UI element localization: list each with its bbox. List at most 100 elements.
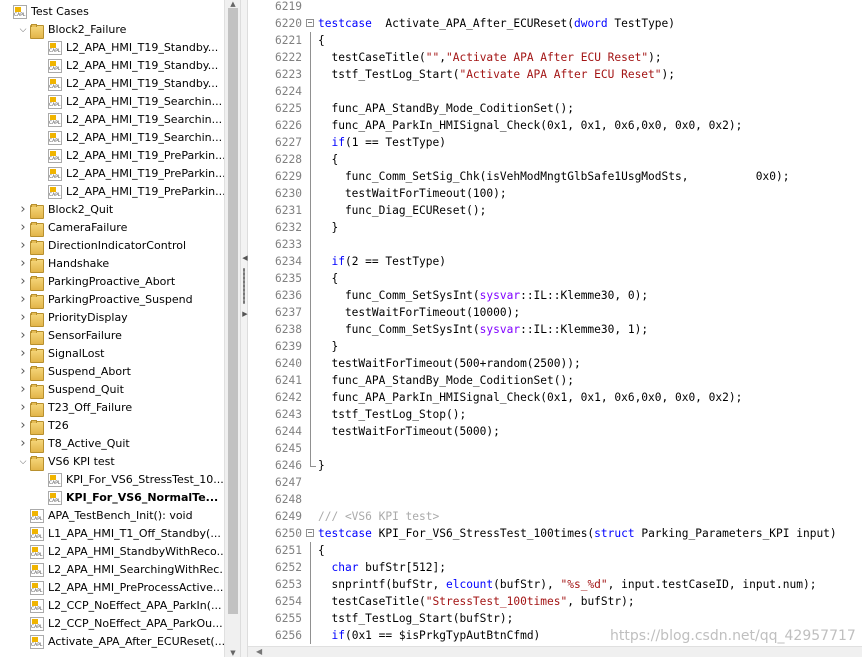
- tree-item[interactable]: › ParkingProactive_Suspend: [0, 291, 224, 309]
- chevron-right-icon[interactable]: ›: [18, 345, 28, 363]
- chevron-right-icon[interactable]: ›: [18, 363, 28, 381]
- chevron-down-icon[interactable]: ⌵: [18, 21, 28, 39]
- code-line[interactable]: 6222 testCaseTitle("","Activate APA Afte…: [248, 49, 862, 66]
- chevron-right-icon[interactable]: ›: [18, 327, 28, 345]
- tree-item[interactable]: L2_APA_HMI_T19_Searchin...: [0, 129, 224, 147]
- tree-item[interactable]: › DirectionIndicatorControl: [0, 237, 224, 255]
- chevron-right-icon[interactable]: ›: [18, 381, 28, 399]
- tree-item[interactable]: L2_APA_HMI_T19_Standby...: [0, 39, 224, 57]
- tree-item[interactable]: › Block2_Quit: [0, 201, 224, 219]
- code-line[interactable]: 6230 testWaitForTimeout(100);: [248, 185, 862, 202]
- chevron-right-icon[interactable]: ›: [18, 255, 28, 273]
- tree-item[interactable]: › ParkingProactive_Abort: [0, 273, 224, 291]
- tree-item[interactable]: L2_APA_HMI_T19_PreParkin...: [0, 165, 224, 183]
- tree-item[interactable]: L2_APA_HMI_T19_PreParkin...: [0, 147, 224, 165]
- tree-item[interactable]: L2_APA_HMI_T19_Standby...: [0, 57, 224, 75]
- code-line[interactable]: 6227 if(1 == TestType): [248, 134, 862, 151]
- tree-item[interactable]: › SensorFailure: [0, 327, 224, 345]
- code-line[interactable]: 6234 if(2 == TestType): [248, 253, 862, 270]
- code-line[interactable]: 6225 func_APA_StandBy_Mode_CoditionSet()…: [248, 100, 862, 117]
- tree-item[interactable]: L2_APA_HMI_SearchingWithRec...: [0, 561, 224, 579]
- code-line[interactable]: 6228 {: [248, 151, 862, 168]
- code-line[interactable]: 6244 testWaitForTimeout(5000);: [248, 423, 862, 440]
- scroll-down-icon[interactable]: ▼: [225, 649, 241, 657]
- tree-item[interactable]: L2_CCP_NoEffect_APA_ParkIn(...: [0, 597, 224, 615]
- code-line[interactable]: 6226 func_APA_ParkIn_HMISignal_Check(0x1…: [248, 117, 862, 134]
- chevron-right-icon[interactable]: ›: [18, 201, 28, 219]
- code-line[interactable]: 6233: [248, 236, 862, 253]
- tree-item[interactable]: › SignalLost: [0, 345, 224, 363]
- code-line[interactable]: 6238 func_Comm_SetSysInt(sysvar::IL::Kle…: [248, 321, 862, 338]
- tree-item[interactable]: Activate_APA_After_ECUReset(...: [0, 633, 224, 651]
- code-line[interactable]: 6248: [248, 491, 862, 508]
- splitter-grip[interactable]: [243, 268, 245, 304]
- pane-splitter[interactable]: ◀ ▶: [240, 0, 248, 657]
- tree-item[interactable]: › T23_Off_Failure: [0, 399, 224, 417]
- code-line[interactable]: 6252 char bufStr[512];: [248, 559, 862, 576]
- code-line[interactable]: 6240 testWaitForTimeout(500+random(2500)…: [248, 355, 862, 372]
- editor-horizontal-scrollbar[interactable]: ◀: [248, 646, 862, 657]
- code-line[interactable]: 6235 {: [248, 270, 862, 287]
- code-line[interactable]: 6246}: [248, 457, 862, 474]
- chevron-right-icon[interactable]: ›: [18, 435, 28, 453]
- code-line[interactable]: 6247: [248, 474, 862, 491]
- code-line[interactable]: 6221 {: [248, 32, 862, 49]
- chevron-right-icon[interactable]: ›: [18, 219, 28, 237]
- code-line[interactable]: 6243 tstf_TestLog_Stop();: [248, 406, 862, 423]
- tree-item[interactable]: › Suspend_Quit: [0, 381, 224, 399]
- chevron-right-icon[interactable]: ›: [18, 399, 28, 417]
- code-editor[interactable]: 6219 6220− testcase Activate_APA_After_ECU…: [248, 0, 862, 646]
- code-line[interactable]: 6239 }: [248, 338, 862, 355]
- code-line[interactable]: 6224: [248, 83, 862, 100]
- code-line[interactable]: 6250− testcase KPI_For_VS6_StressTest_100…: [248, 525, 862, 542]
- code-line[interactable]: 6219: [248, 0, 862, 15]
- tree-item[interactable]: L2_CCP_NoEffect_APA_ParkOu...: [0, 615, 224, 633]
- tree-item[interactable]: L2_APA_HMI_T19_Standby...: [0, 75, 224, 93]
- chevron-down-icon[interactable]: ⌵: [18, 453, 28, 471]
- fold-collapse-icon[interactable]: −: [306, 529, 314, 537]
- chevron-right-icon[interactable]: ›: [18, 291, 28, 309]
- tree-item[interactable]: › Handshake: [0, 255, 224, 273]
- tree-item[interactable]: L2_APA_HMI_T19_Searchin...: [0, 111, 224, 129]
- tree-item[interactable]: › CameraFailure: [0, 219, 224, 237]
- chevron-right-icon[interactable]: ›: [18, 309, 28, 327]
- scroll-up-icon[interactable]: ▲: [225, 0, 241, 8]
- tree-item[interactable]: › T26: [0, 417, 224, 435]
- tree-item[interactable]: › PriorityDisplay: [0, 309, 224, 327]
- code-line[interactable]: 6245: [248, 440, 862, 457]
- test-case-tree[interactable]: Test Cases⌵Block2_FailureL2_APA_HMI_T19_…: [0, 0, 224, 657]
- tree-item[interactable]: L2_APA_HMI_StandbyWithReco...: [0, 543, 224, 561]
- code-line[interactable]: 6223 tstf_TestLog_Start("Activate APA Af…: [248, 66, 862, 83]
- fold-collapse-icon[interactable]: −: [306, 19, 314, 27]
- code-line[interactable]: 6232 }: [248, 219, 862, 236]
- code-line[interactable]: 6253 snprintf(bufStr, elcount(bufStr), "…: [248, 576, 862, 593]
- tree-item[interactable]: ⌵ Block2_Failure: [0, 21, 224, 39]
- code-line[interactable]: 6249 /// <VS6 KPI test>: [248, 508, 862, 525]
- chevron-right-icon[interactable]: ›: [18, 273, 28, 291]
- tree-vertical-scrollbar[interactable]: ▲ ▼: [224, 0, 240, 657]
- tree-item[interactable]: › T8_Active_Quit: [0, 435, 224, 453]
- scroll-left-icon[interactable]: ◀: [256, 647, 262, 657]
- code-line[interactable]: 6255 tstf_TestLog_Start(bufStr);: [248, 610, 862, 627]
- tree-item[interactable]: KPI_For_VS6_NormalTe...: [0, 489, 224, 507]
- code-line[interactable]: 6231 func_Diag_ECUReset();: [248, 202, 862, 219]
- chevron-right-icon[interactable]: ›: [18, 237, 28, 255]
- code-line[interactable]: 6241 func_APA_StandBy_Mode_CoditionSet()…: [248, 372, 862, 389]
- code-line[interactable]: 6229 func_Comm_SetSig_Chk(isVehModMngtGl…: [248, 168, 862, 185]
- tree-item[interactable]: L2_APA_HMI_T19_Searchin...: [0, 93, 224, 111]
- code-line[interactable]: 6251 {: [248, 542, 862, 559]
- code-line[interactable]: 6236 func_Comm_SetSysInt(sysvar::IL::Kle…: [248, 287, 862, 304]
- code-line[interactable]: 6254 testCaseTitle("StressTest_100times"…: [248, 593, 862, 610]
- code-line[interactable]: 6220− testcase Activate_APA_After_ECURese…: [248, 15, 862, 32]
- chevron-right-icon[interactable]: ›: [18, 417, 28, 435]
- code-line[interactable]: 6242 func_APA_ParkIn_HMISignal_Check(0x1…: [248, 389, 862, 406]
- tree-item[interactable]: L2_APA_HMI_T19_PreParkin...: [0, 183, 224, 201]
- tree-item[interactable]: L2_APA_HMI_PreProcessActive...: [0, 579, 224, 597]
- tree-item[interactable]: › Suspend_Abort: [0, 363, 224, 381]
- tree-item[interactable]: L1_APA_HMI_T1_Off_Standby(...: [0, 525, 224, 543]
- code-line[interactable]: 6237 testWaitForTimeout(10000);: [248, 304, 862, 321]
- tree-item[interactable]: ⌵ VS6 KPI test: [0, 453, 224, 471]
- scroll-thumb[interactable]: [228, 8, 238, 614]
- tree-item[interactable]: APA_TestBench_Init(): void: [0, 507, 224, 525]
- tree-item[interactable]: KPI_For_VS6_StressTest_10...: [0, 471, 224, 489]
